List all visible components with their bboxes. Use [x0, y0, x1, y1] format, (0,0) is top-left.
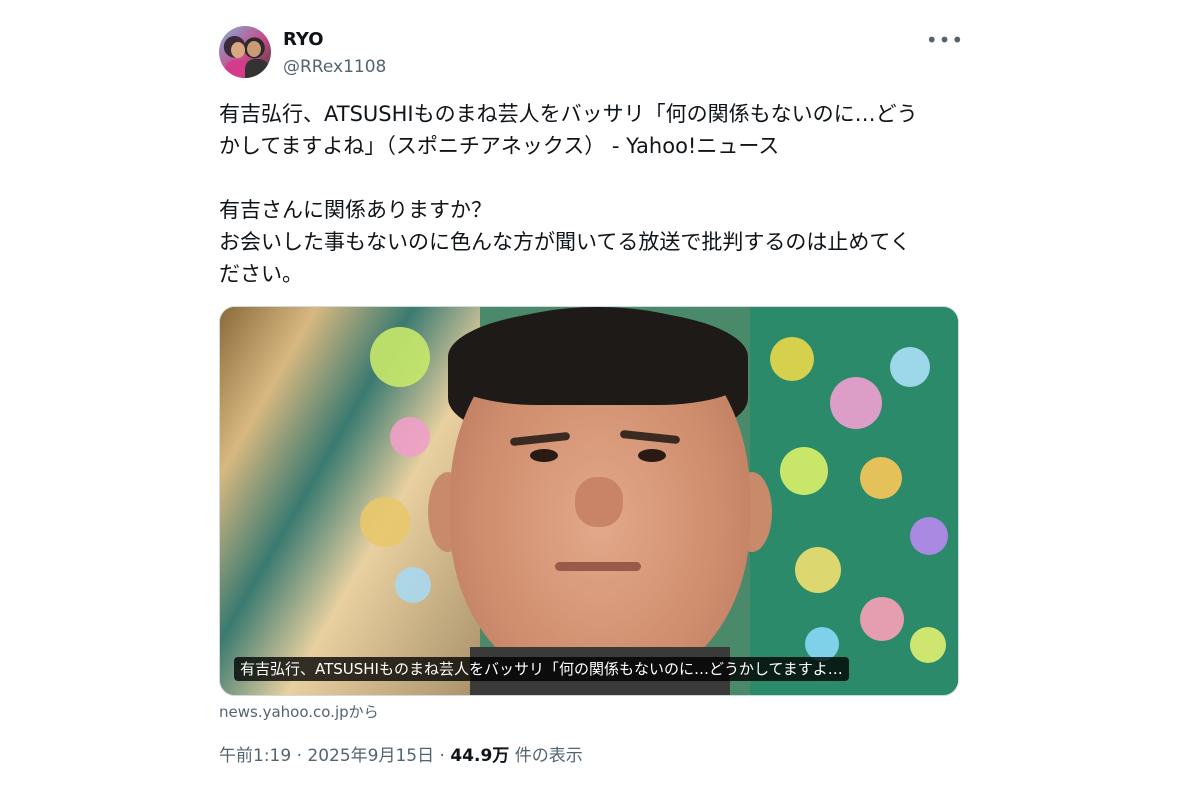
more-horizontal-icon: ••• [925, 28, 965, 52]
display-name[interactable]: RYO [283, 29, 324, 51]
separator-dot: · [291, 746, 308, 766]
avatar[interactable] [219, 26, 271, 78]
view-count-suffix: 件の表示 [509, 746, 583, 766]
link-card[interactable]: 有吉弘行、ATSUSHIものまね芸人をバッサリ「何の関係もないのに…どうかしてま… [219, 306, 959, 696]
card-caption: 有吉弘行、ATSUSHIものまね芸人をバッサリ「何の関係もないのに…どうかしてま… [234, 657, 849, 681]
tweet: RYO @RRex1108 ••• 有吉弘行、ATSUSHIものまね芸人をバッサ… [219, 26, 963, 766]
user-handle[interactable]: @RRex1108 [283, 56, 386, 78]
more-options-button[interactable]: ••• [926, 26, 963, 54]
separator-dot: · [434, 746, 451, 766]
tweet-date[interactable]: 2025年9月15日 [307, 746, 434, 766]
view-count: 44.9万 [450, 746, 510, 766]
card-image [220, 307, 958, 695]
tweet-meta: 午前1:19 · 2025年9月15日 · 44.9万 件の表示 [219, 744, 583, 768]
tweet-header: RYO @RRex1108 ••• [219, 26, 963, 82]
tweet-time[interactable]: 午前1:19 [219, 746, 291, 766]
card-source-link[interactable]: news.yahoo.co.jpから [219, 702, 379, 722]
tweet-text: 有吉弘行、ATSUSHIものまね芸人をバッサリ「何の関係もないのに…どう かして… [219, 102, 918, 286]
